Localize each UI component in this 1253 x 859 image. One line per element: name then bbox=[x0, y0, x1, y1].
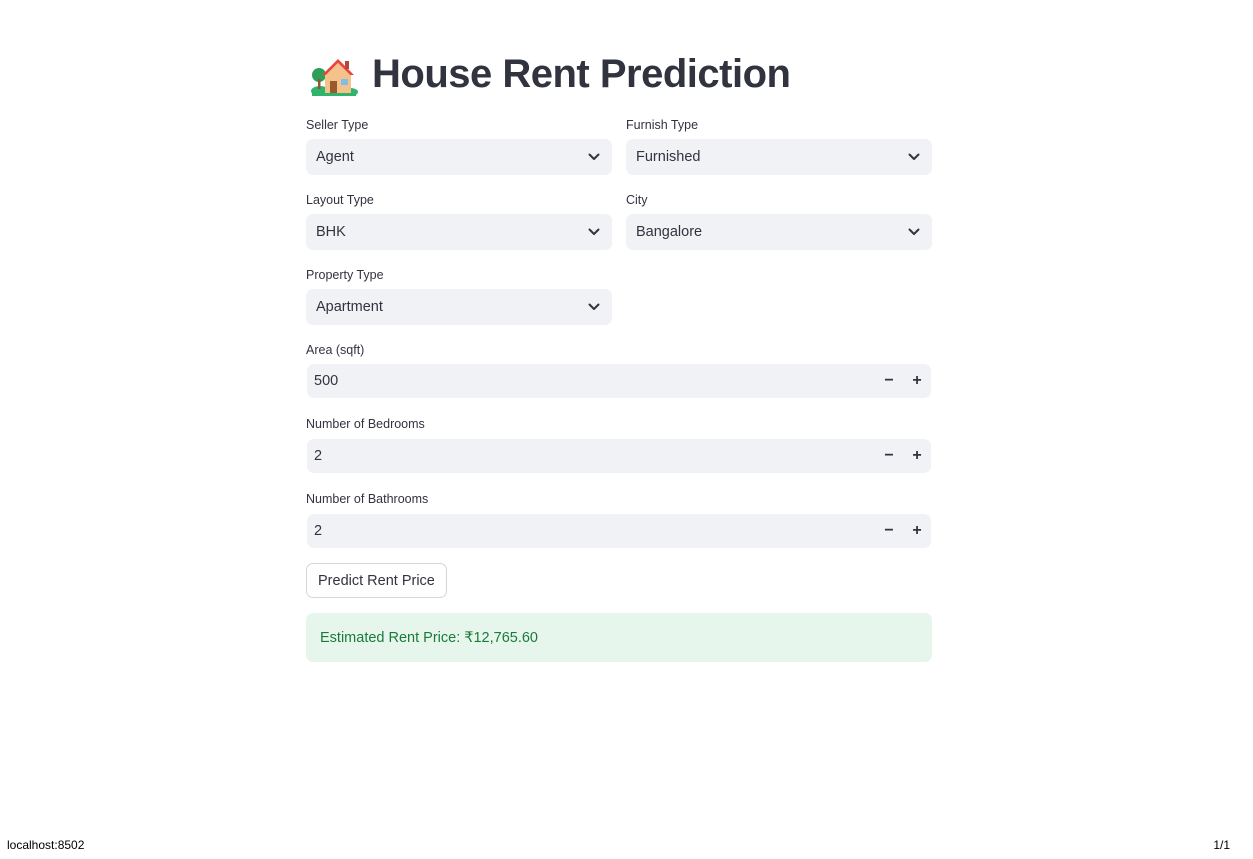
furnish-type-select[interactable]: Furnished bbox=[626, 139, 932, 175]
bedrooms-increment-button[interactable]: + bbox=[903, 439, 931, 473]
estimated-rent-text: Estimated Rent Price: ₹12,765.60 bbox=[320, 629, 538, 646]
predict-rent-price-button[interactable]: Predict Rent Price bbox=[306, 563, 447, 598]
layout-type-value: BHK bbox=[316, 224, 346, 240]
chevron-down-icon bbox=[588, 303, 600, 310]
title-row: House Rent Prediction bbox=[310, 52, 791, 97]
chevron-down-icon bbox=[588, 228, 600, 235]
chevron-down-icon bbox=[588, 153, 600, 160]
seller-type-value: Agent bbox=[316, 149, 354, 165]
status-page-count: 1/1 bbox=[1213, 838, 1230, 852]
bedrooms-input[interactable]: 2 bbox=[307, 448, 875, 464]
area-number-input: 500 − + bbox=[307, 364, 931, 398]
city-label: City bbox=[626, 193, 648, 207]
page-title: House Rent Prediction bbox=[372, 52, 791, 96]
property-type-label: Property Type bbox=[306, 268, 384, 282]
bathrooms-decrement-button[interactable]: − bbox=[875, 514, 903, 548]
seller-type-label: Seller Type bbox=[306, 118, 369, 132]
chevron-down-icon bbox=[908, 228, 920, 235]
chevron-down-icon bbox=[908, 153, 920, 160]
furnish-type-value: Furnished bbox=[636, 149, 701, 165]
city-select[interactable]: Bangalore bbox=[626, 214, 932, 250]
furnish-type-label: Furnish Type bbox=[626, 118, 699, 132]
city-value: Bangalore bbox=[636, 224, 703, 240]
bathrooms-label: Number of Bathrooms bbox=[306, 492, 429, 506]
layout-type-label: Layout Type bbox=[306, 193, 374, 207]
house-with-garden-icon bbox=[311, 58, 358, 96]
property-type-value: Apartment bbox=[316, 299, 383, 315]
bathrooms-number-input: 2 − + bbox=[307, 514, 931, 548]
bathrooms-input[interactable]: 2 bbox=[307, 523, 875, 539]
layout-type-select[interactable]: BHK bbox=[306, 214, 612, 250]
area-increment-button[interactable]: + bbox=[903, 364, 931, 398]
success-alert: Estimated Rent Price: ₹12,765.60 bbox=[306, 613, 932, 662]
area-label: Area (sqft) bbox=[306, 343, 365, 357]
bathrooms-increment-button[interactable]: + bbox=[903, 514, 931, 548]
area-input[interactable]: 500 bbox=[307, 373, 875, 389]
area-decrement-button[interactable]: − bbox=[875, 364, 903, 398]
bedrooms-label: Number of Bedrooms bbox=[306, 417, 425, 431]
seller-type-select[interactable]: Agent bbox=[306, 139, 612, 175]
app-page: House Rent Prediction Seller Type Agent … bbox=[0, 0, 1253, 859]
bedrooms-decrement-button[interactable]: − bbox=[875, 439, 903, 473]
status-url: localhost:8502 bbox=[7, 838, 85, 852]
bedrooms-number-input: 2 − + bbox=[307, 439, 931, 473]
property-type-select[interactable]: Apartment bbox=[306, 289, 612, 325]
